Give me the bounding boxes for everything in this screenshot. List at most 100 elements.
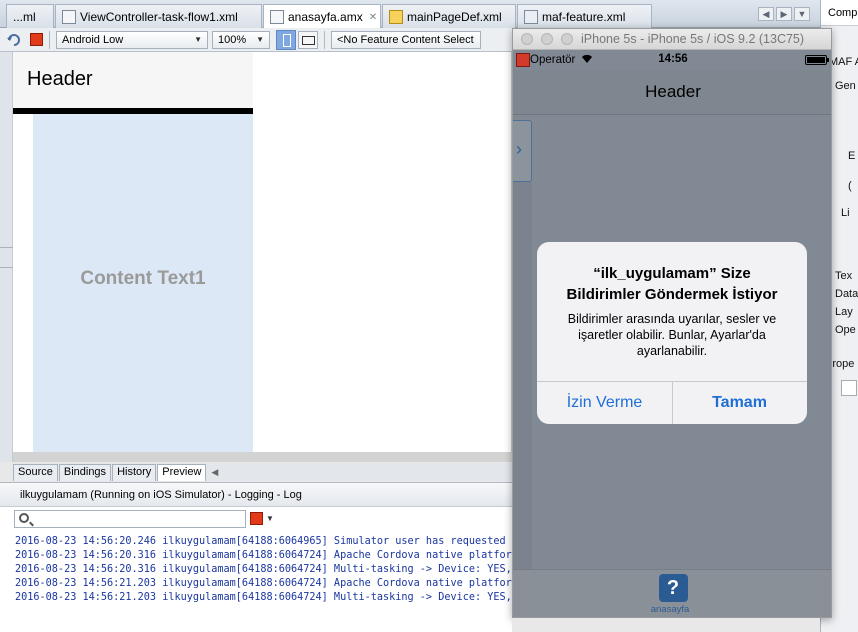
tab-anasayfa[interactable]: ? anasayfa <box>651 574 691 615</box>
tab-source[interactable]: Source <box>13 464 58 481</box>
tab-maf-feature[interactable]: maf-feature.xml <box>517 4 652 28</box>
log-line: 2016-08-23 14:56:21.203 ilkuygulamam[641… <box>15 592 512 603</box>
panel-label: Lay <box>835 306 853 318</box>
alert-message: Bildirimler arasında uyarılar, sesler ve… <box>567 312 777 358</box>
device-select[interactable]: Android Low ▼ <box>56 30 208 49</box>
content-text: Content Text1 <box>80 268 206 289</box>
zoom-select-value: 100% <box>218 33 247 46</box>
log-output: 2016-08-23 14:56:20.246 ilkuygulamam[641… <box>15 535 512 605</box>
log-line: 2016-08-23 14:56:21.203 ilkuygulamam[641… <box>15 578 512 589</box>
canvas-ruler <box>0 52 13 462</box>
iphone-screen: Operatör 14:56 Header › ? anasayfa “ilk_… <box>513 50 831 617</box>
canvas-scrollbar[interactable] <box>13 452 512 462</box>
device-select-value: Android Low <box>62 33 124 46</box>
log-search-input[interactable] <box>14 510 246 528</box>
tab-xml-truncated[interactable]: ...ml <box>6 4 54 28</box>
dont-allow-button[interactable]: İzin Verme <box>537 382 672 424</box>
app-tab-bar: ? anasayfa <box>513 569 831 617</box>
close-icon[interactable]: ✕ <box>369 12 377 23</box>
tab-scroll-arrows: ◀ ▶ ▼ <box>758 7 810 21</box>
editor-tab-bar: ...ml ViewController-task-flow1.xml anas… <box>0 0 820 29</box>
panel-label: Ope <box>835 324 856 336</box>
close-window-button[interactable] <box>521 33 533 45</box>
tab-bindings[interactable]: Bindings <box>58 464 112 481</box>
scroll-right-icon[interactable]: ▶ <box>776 7 792 21</box>
tab-label: ...ml <box>13 9 36 24</box>
components-tab[interactable]: Comp <box>821 0 858 26</box>
zoom-window-button[interactable] <box>561 33 573 45</box>
springboard-toggle[interactable]: › <box>513 120 532 182</box>
chevron-down-icon: ▼ <box>194 35 202 44</box>
alert-title-line: Bildirimler Göndermek İstiyor <box>566 286 778 303</box>
feature-file-icon <box>524 9 538 24</box>
search-icon[interactable] <box>841 380 857 396</box>
help-icon: ? <box>658 574 688 602</box>
chevron-left-icon[interactable]: ◀ <box>211 467 218 478</box>
tab-history[interactable]: History <box>112 464 157 481</box>
feature-content-select[interactable]: <No Feature Content Select <box>331 30 481 49</box>
tab-label: anasayfa.amx <box>288 10 363 24</box>
minimize-window-button[interactable] <box>541 33 553 45</box>
simulator-title: iPhone 5s - iPhone 5s / iOS 9.2 (13C75) <box>581 32 805 46</box>
editor-view-tabs: Source Bindings History Preview ◀ <box>13 463 512 481</box>
notification-permission-alert: “ilk_uygulamam” Size Bildirimler Gönderm… <box>537 242 807 424</box>
stop-button[interactable] <box>30 33 43 46</box>
landscape-orientation-button[interactable] <box>298 30 318 49</box>
log-line: 2016-08-23 14:56:20.316 ilkuygulamam[641… <box>15 550 512 561</box>
header-text: Header <box>27 68 93 90</box>
panel-label: MAF A <box>829 56 858 68</box>
panel-label: ( <box>848 180 852 192</box>
log-panel-title: ilkuygulamam (Running on iOS Simulator) … <box>0 483 512 507</box>
chevron-right-icon: › <box>516 139 522 159</box>
log-line: 2016-08-23 14:56:20.246 ilkuygulamam[641… <box>15 536 512 547</box>
battery-icon <box>805 55 829 65</box>
tab-label: ViewController-task-flow1.xml <box>80 9 238 24</box>
refresh-icon[interactable] <box>6 32 22 48</box>
panel-label: Li <box>841 207 850 219</box>
stop-logging-button[interactable] <box>250 512 263 525</box>
app-header: Header <box>513 70 831 115</box>
scroll-left-icon[interactable]: ◀ <box>758 7 774 21</box>
tab-list-icon[interactable]: ▼ <box>794 7 810 21</box>
feature-select-value: <No Feature Content Select <box>337 33 474 46</box>
ios-simulator-window: iPhone 5s - iPhone 5s / iOS 9.2 (13C75) … <box>512 28 832 618</box>
ruler-mark <box>0 267 13 268</box>
zoom-select[interactable]: 100% ▼ <box>212 30 270 49</box>
tab-mainpagedef[interactable]: mainPageDef.xml <box>382 4 516 28</box>
alert-title: “ilk_uygulamam” Size Bildirimler Gönderm… <box>537 263 807 305</box>
amx-file-icon <box>270 10 284 24</box>
chevron-down-icon: ▼ <box>256 35 264 44</box>
panel-label: E <box>848 150 856 162</box>
tab-preview[interactable]: Preview <box>157 464 207 481</box>
panel-label: Data <box>835 288 858 300</box>
toolbar-divider <box>324 30 325 49</box>
window-background <box>512 618 820 632</box>
status-time: 14:56 <box>658 53 688 65</box>
tab-label: mainPageDef.xml <box>407 9 502 24</box>
chevron-down-icon[interactable]: ▼ <box>266 514 274 523</box>
tab-viewcontroller-task-flow[interactable]: ViewController-task-flow1.xml <box>55 4 262 28</box>
log-panel: ilkuygulamam (Running on iOS Simulator) … <box>0 482 512 632</box>
tab-label: anasayfa <box>650 604 690 615</box>
simulator-titlebar[interactable]: iPhone 5s - iPhone 5s / iOS 9.2 (13C75) <box>513 29 831 50</box>
ok-button[interactable]: Tamam <box>672 382 807 424</box>
amx-header-preview[interactable]: Header <box>13 52 253 108</box>
ruler-mark <box>0 247 13 248</box>
pagedef-file-icon <box>389 9 403 24</box>
alert-title-line: “ilk_uygulamam” Size <box>593 265 751 282</box>
preview-toolbar: Android Low ▼ 100% ▼ <No Feature Content… <box>0 28 512 52</box>
panel-label: Tex <box>835 270 853 282</box>
amx-content-preview[interactable]: Content Text1 <box>33 114 253 452</box>
tab-label: maf-feature.xml <box>542 9 626 24</box>
toolbar-divider <box>49 30 50 49</box>
portrait-orientation-button[interactable] <box>276 29 296 50</box>
ide-window: ...ml ViewController-task-flow1.xml anas… <box>0 0 858 632</box>
springboard-strip <box>513 182 532 569</box>
panel-label: Gen <box>835 80 856 92</box>
status-bar: Operatör 14:56 <box>513 50 831 70</box>
log-line: 2016-08-23 14:56:20.316 ilkuygulamam[641… <box>15 564 512 575</box>
search-icon <box>19 513 29 523</box>
xml-file-icon <box>62 9 76 24</box>
tab-anasayfa-amx[interactable]: anasayfa.amx ✕ <box>263 4 381 29</box>
app-header-title: Header <box>645 82 701 101</box>
